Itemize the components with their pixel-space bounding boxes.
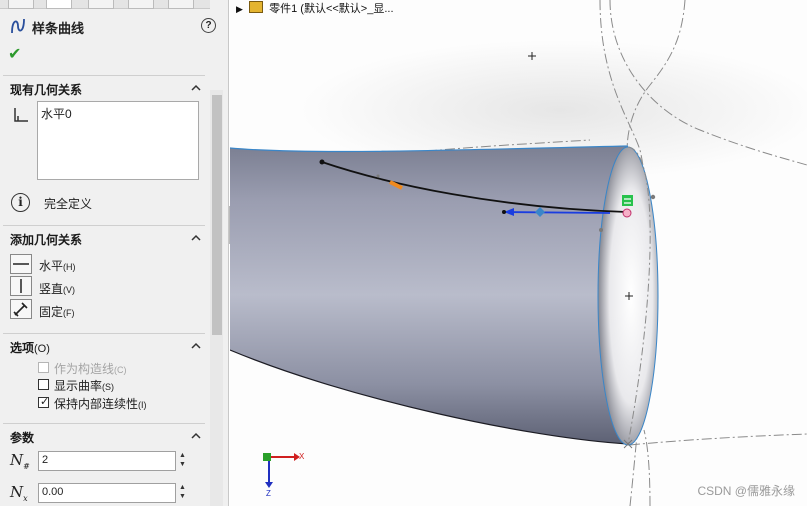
section-title-parameters: 参数 xyxy=(10,431,35,445)
panel-tab-strip xyxy=(0,0,210,9)
divider xyxy=(3,225,205,226)
model-canvas[interactable]: X Z xyxy=(230,0,807,506)
panel-title: 样条曲线 xyxy=(32,21,85,36)
x-coordinate-icon: Nx xyxy=(10,483,28,503)
construction-checkbox[interactable] xyxy=(38,362,49,373)
tab-dimxpert[interactable] xyxy=(128,0,154,9)
add-horizontal-label: 水平(H) xyxy=(39,259,76,273)
vertex-point xyxy=(376,174,380,178)
graphics-viewport[interactable]: X Z ▶ 零件1 (默认<<默认>_显... CSDN @儒雅永缘 xyxy=(230,0,807,506)
add-fix-label: 固定(F) xyxy=(39,305,75,319)
spline-endpoint[interactable] xyxy=(319,159,325,165)
add-horizontal-button[interactable] xyxy=(10,254,32,274)
vertex-point xyxy=(599,228,603,232)
add-fix-button[interactable] xyxy=(10,299,32,319)
tab-display-manager[interactable] xyxy=(168,0,194,9)
expand-arrow-icon[interactable]: ▶ xyxy=(236,4,246,15)
collapse-caret-icon[interactable] xyxy=(190,232,202,244)
part-name: 零件1 (默认<<默认>_显... xyxy=(269,3,394,15)
panel-scrollbar[interactable] xyxy=(210,90,223,506)
tab-feature-manager[interactable] xyxy=(8,0,34,9)
x-coordinate-spinner[interactable]: ▲ ▼ xyxy=(179,483,189,503)
collapse-caret-icon[interactable] xyxy=(190,340,202,352)
help-icon[interactable]: ? xyxy=(201,18,216,33)
tab-configuration-manager[interactable] xyxy=(88,0,114,9)
anchor-icon xyxy=(13,302,28,317)
x-coordinate-input[interactable]: 0.00 xyxy=(38,483,176,503)
point-count-icon: N# xyxy=(10,451,30,471)
watermark: CSDN @儒雅永缘 xyxy=(697,484,795,498)
internal-continuity-label: 保持内部连续性(I) xyxy=(54,397,147,411)
existing-relations-list[interactable]: 水平0 xyxy=(37,101,199,180)
horizontal-line-icon xyxy=(13,263,29,265)
construction-label: 作为构造线(C) xyxy=(54,362,127,376)
collapse-caret-icon[interactable] xyxy=(190,430,202,442)
tangent-handle-line[interactable] xyxy=(503,211,611,214)
collapse-caret-icon[interactable] xyxy=(190,82,202,94)
feature-tree-flyout[interactable]: ▶ 零件1 (默认<<默认>_显... xyxy=(236,0,394,15)
divider xyxy=(3,75,205,76)
construction-line xyxy=(643,429,651,506)
section-title-existing-relations: 现有几何关系 xyxy=(10,83,83,97)
triad-z-label: Z xyxy=(266,489,271,498)
panel-header: 样条曲线 ? xyxy=(8,15,218,39)
add-vertical-button[interactable] xyxy=(10,276,32,296)
property-manager-panel: 样条曲线 ? ✔ 现有几何关系 水平0 i 完全定义 添加几何关系 水平(H) … xyxy=(0,0,229,506)
point-count-spinner[interactable]: ▲ ▼ xyxy=(179,451,189,471)
vertical-line-icon xyxy=(20,279,22,293)
checkmark-icon: ✓ xyxy=(40,396,50,408)
spline-icon xyxy=(11,18,25,34)
vertex-point xyxy=(650,194,656,200)
section-title-add-relations: 添加几何关系 xyxy=(10,233,83,247)
tube-body[interactable] xyxy=(230,146,628,444)
handle-endpoint[interactable] xyxy=(502,210,506,214)
info-icon: i xyxy=(11,193,30,212)
section-title-options: 选项(O) xyxy=(10,341,50,355)
horizontal-relation-marker[interactable] xyxy=(622,195,633,206)
scrollbar-thumb[interactable] xyxy=(212,95,222,335)
add-vertical-label: 竖直(V) xyxy=(39,282,76,296)
reference-triad: X Z xyxy=(263,452,305,498)
show-curvature-label: 显示曲率(S) xyxy=(54,379,115,393)
list-item[interactable]: 水平0 xyxy=(41,105,195,122)
horizontal-relation-icon xyxy=(14,108,28,122)
part-icon xyxy=(249,1,264,13)
triad-x-label: X xyxy=(299,452,305,461)
checkmark-icon[interactable]: ✔ xyxy=(8,44,21,64)
construction-line xyxy=(629,433,807,446)
point-count-input[interactable]: 2 xyxy=(38,451,176,471)
show-curvature-checkbox[interactable] xyxy=(38,379,49,390)
spline-endpoint-selected[interactable] xyxy=(622,208,632,218)
divider xyxy=(3,333,205,334)
divider xyxy=(3,423,205,424)
internal-continuity-checkbox[interactable]: ✓ xyxy=(38,396,50,408)
tab-property-manager[interactable] xyxy=(46,0,72,9)
definition-status: 完全定义 xyxy=(44,197,93,211)
